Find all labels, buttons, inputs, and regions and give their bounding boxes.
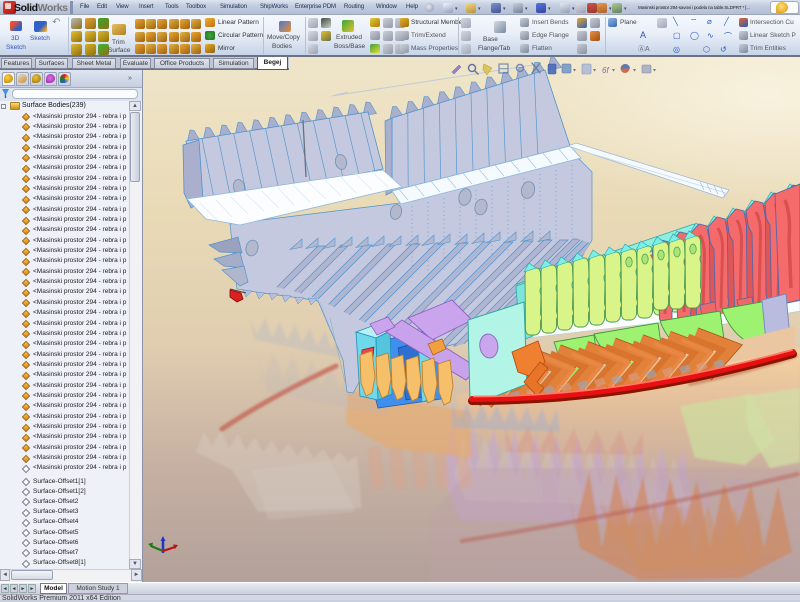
- svg-text:6f: 6f: [602, 66, 609, 75]
